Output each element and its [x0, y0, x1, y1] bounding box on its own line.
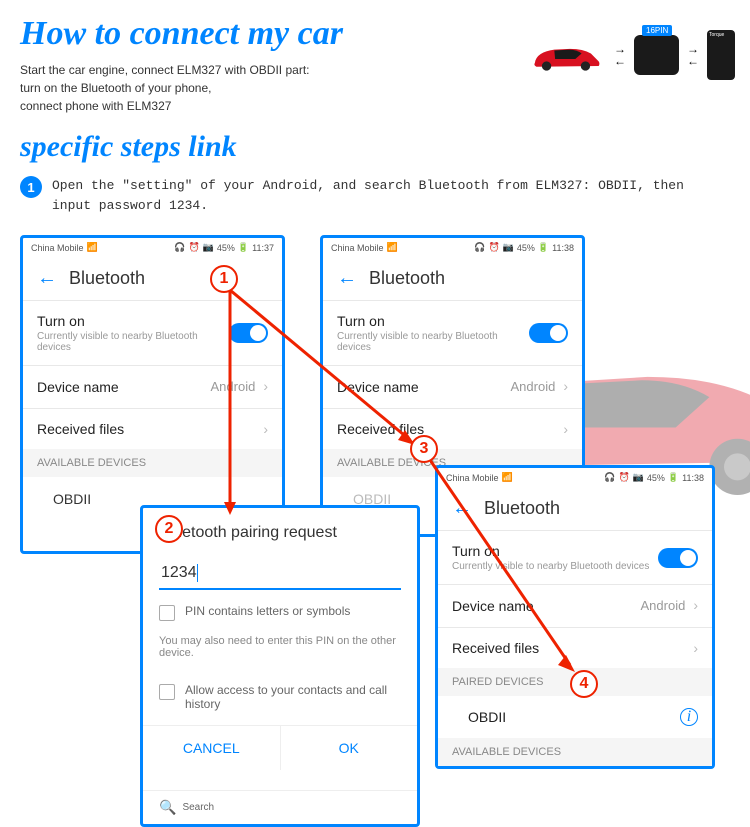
bluetooth-toggle[interactable] [658, 548, 698, 568]
flow-arrow [430, 460, 580, 675]
search-bar[interactable]: 🔍 Search [143, 790, 417, 824]
arrows-icon: →← [614, 43, 626, 67]
step-marker-4: 4 [570, 670, 598, 698]
available-devices-label: AVAILABLE DEVICES [23, 449, 282, 477]
cancel-button[interactable]: CANCEL [143, 726, 281, 770]
chevron-right-icon: › [563, 378, 568, 394]
checkbox-icon[interactable] [159, 605, 175, 621]
dialog-hint: You may also need to enter this PIN on t… [143, 635, 417, 669]
info-icon[interactable]: i [680, 708, 698, 726]
paired-device-item[interactable]: OBDII i [438, 696, 712, 738]
status-bar: China Mobile📶 🎧⏰📷45%🔋11:38 [323, 238, 582, 257]
flow-arrow [230, 290, 420, 450]
status-bar: China Mobile📶 🎧⏰📷45%🔋11:37 [23, 238, 282, 257]
dialog-title: Bluetooth pairing request [143, 508, 417, 558]
chevron-right-icon: › [563, 421, 568, 437]
step-marker-3: 3 [410, 435, 438, 463]
pin-input[interactable]: 1234 [159, 558, 401, 590]
back-icon[interactable]: ← [337, 267, 357, 290]
search-icon: 🔍 [159, 799, 176, 816]
obd-device-icon: 16PIN [634, 35, 679, 75]
step-marker-1: 1 [210, 265, 238, 293]
screen-title: Bluetooth [69, 268, 145, 289]
pin-letters-checkbox-row[interactable]: PIN contains letters or symbols [143, 590, 417, 635]
available-devices-label: AVAILABLE DEVICES [438, 738, 712, 766]
step-number-badge: 1 [20, 176, 42, 198]
screen-title: Bluetooth [369, 268, 445, 289]
allow-contacts-checkbox-row[interactable]: Allow access to your contacts and call h… [143, 669, 417, 725]
section-heading: specific steps link [20, 130, 730, 164]
connection-diagram: →← 16PIN →← Torque [526, 30, 735, 80]
phone-icon: Torque [707, 30, 735, 80]
car-icon [526, 38, 606, 73]
chevron-right-icon: › [693, 597, 698, 613]
chevron-right-icon: › [693, 640, 698, 656]
checkbox-icon[interactable] [159, 684, 175, 700]
step-marker-2: 2 [155, 515, 183, 543]
screenshot-3-dialog: Bluetooth pairing request 1234 PIN conta… [140, 505, 420, 827]
arrows-icon: →← [687, 43, 699, 67]
back-icon[interactable]: ← [37, 267, 57, 290]
ok-button[interactable]: OK [281, 726, 418, 770]
bluetooth-toggle[interactable] [529, 323, 568, 343]
